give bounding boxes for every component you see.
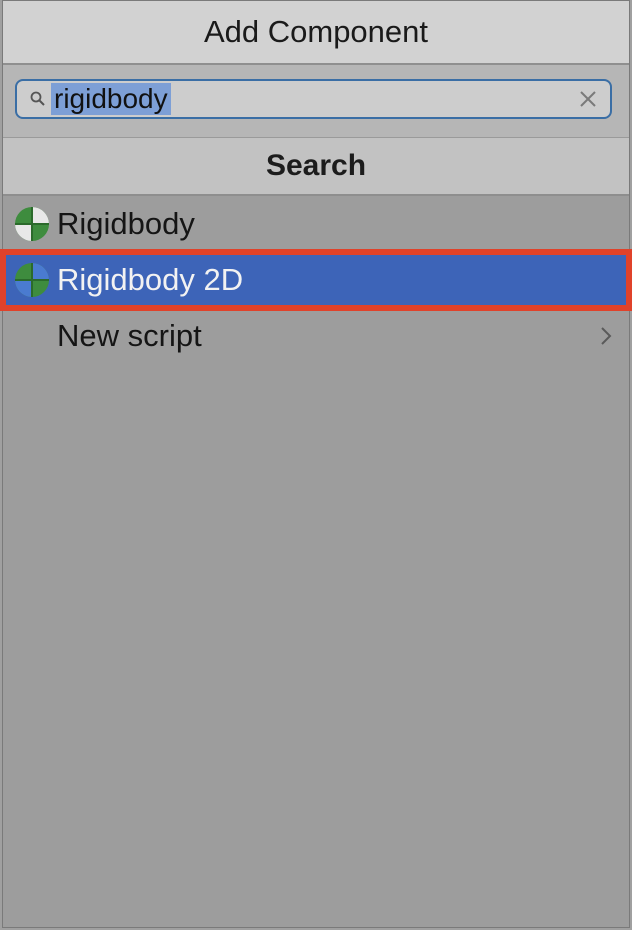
search-area: rigidbody [3,65,629,138]
search-icon [27,88,49,110]
list-item-rigidbody[interactable]: Rigidbody [3,196,629,252]
search-section-label: Search [265,149,367,182]
window-title-label: Add Component [203,14,429,49]
chevron-right-icon [601,327,612,345]
list-item-label: Rigidbody [57,206,195,241]
window-title: Add Component [3,1,629,65]
results-list: Rigidbody Rigidbody 2D New script [0,196,632,364]
list-item-label: Rigidbody 2D [57,262,244,297]
search-input[interactable]: rigidbody [15,79,612,119]
list-item-rigidbody-2d[interactable]: Rigidbody 2D [0,249,632,311]
list-item-new-script[interactable]: New script [3,308,629,364]
rigidbody-2d-icon [15,263,49,297]
clear-icon[interactable] [576,87,600,111]
search-section-header: Search [3,138,629,196]
search-input-value[interactable]: rigidbody [51,83,171,115]
list-item-label: New script [57,318,202,353]
rigidbody-icon [15,207,49,241]
add-component-window: Add Component rigidbody Search Rigidbody… [0,0,632,928]
